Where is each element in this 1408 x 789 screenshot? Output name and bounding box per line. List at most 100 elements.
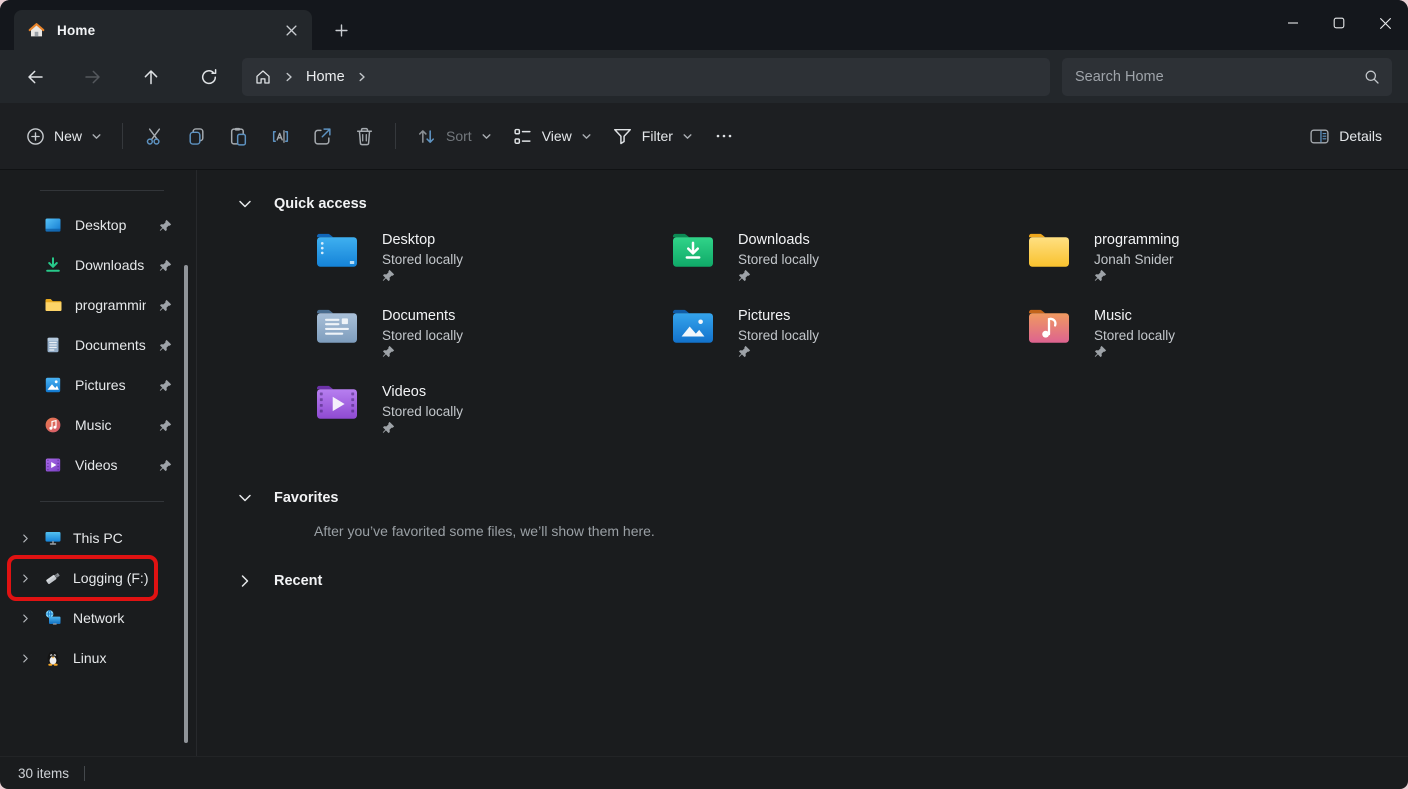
folder-videos-icon	[314, 383, 360, 423]
pin-icon	[738, 345, 819, 358]
folder-downloads-icon	[670, 231, 716, 271]
pin-icon	[159, 259, 172, 272]
explorer-window: Home Home New	[0, 0, 1408, 789]
tile-subtitle: Stored locally	[382, 402, 463, 421]
home-icon[interactable]	[254, 68, 272, 86]
chevron-right-icon[interactable]	[12, 613, 38, 624]
favorites-empty-message: After you’ve favorited some files, we’ll…	[314, 523, 1408, 539]
folder-documents-icon	[314, 307, 360, 347]
section-favorites[interactable]: Favorites	[237, 486, 1408, 510]
breadcrumb[interactable]: Home	[242, 58, 1050, 96]
rename-button[interactable]	[259, 117, 301, 155]
tile-title: Desktop	[382, 230, 463, 250]
back-button[interactable]	[14, 59, 56, 95]
command-toolbar: New Sort View Filter Details	[0, 103, 1408, 170]
filter-button[interactable]: Filter	[602, 117, 703, 155]
tile-subtitle: Jonah Snider	[1094, 250, 1179, 269]
sidebar-item-music[interactable]: Music	[0, 405, 196, 445]
up-button[interactable]	[130, 59, 172, 95]
copy-button[interactable]	[175, 117, 217, 155]
sidebar-item-pictures[interactable]: Pictures	[0, 365, 196, 405]
chevron-down-icon	[581, 131, 592, 142]
delete-button[interactable]	[343, 117, 385, 155]
paste-button[interactable]	[217, 117, 259, 155]
folder-icon	[44, 296, 62, 314]
view-label: View	[542, 128, 572, 144]
sort-icon	[416, 126, 437, 147]
search-input[interactable]	[1062, 58, 1392, 96]
tile-desktop[interactable]: Desktop Stored locally	[314, 230, 670, 306]
breadcrumb-item-home[interactable]: Home	[306, 69, 345, 85]
sidebar-item-label: Network	[73, 610, 124, 626]
tile-programming[interactable]: programming Jonah Snider	[1026, 230, 1382, 306]
new-tab-button[interactable]	[328, 17, 354, 43]
pin-icon	[382, 421, 463, 434]
pin-icon	[159, 459, 172, 472]
tile-title: Documents	[382, 306, 463, 326]
sidebar-item-videos[interactable]: Videos	[0, 445, 196, 485]
section-quick-access[interactable]: Quick access	[237, 192, 1408, 216]
sidebar-item-label: programming	[75, 297, 146, 313]
chevron-right-icon[interactable]	[12, 573, 38, 584]
pin-icon	[1094, 345, 1175, 358]
chevron-down-icon	[682, 131, 693, 142]
navigation-bar: Home	[0, 50, 1408, 103]
pin-icon	[1094, 269, 1179, 282]
tile-title: programming	[1094, 230, 1179, 250]
forward-button[interactable]	[72, 59, 114, 95]
chevron-right-icon[interactable]	[12, 533, 38, 544]
sidebar-item-label: Downloads	[75, 257, 146, 273]
chevron-down-icon	[237, 490, 253, 506]
tile-pictures[interactable]: Pictures Stored locally	[670, 306, 1026, 382]
sidebar-scrollbar[interactable]	[184, 265, 188, 743]
pin-icon	[159, 339, 172, 352]
tab-close-icon[interactable]	[278, 17, 304, 43]
tile-title: Downloads	[738, 230, 819, 250]
view-icon	[512, 126, 533, 147]
sidebar-item-desktop[interactable]: Desktop	[0, 205, 196, 245]
details-button[interactable]: Details	[1299, 117, 1392, 155]
details-label: Details	[1339, 128, 1382, 144]
videos-icon	[44, 456, 62, 474]
sidebar-item-network[interactable]: Network	[0, 598, 196, 638]
pin-icon	[159, 419, 172, 432]
chevron-right-icon[interactable]	[283, 71, 295, 83]
view-button[interactable]: View	[502, 117, 602, 155]
close-button[interactable]	[1362, 0, 1408, 46]
sidebar-item-label: Documents	[75, 337, 146, 353]
cut-button[interactable]	[133, 117, 175, 155]
refresh-button[interactable]	[188, 59, 230, 95]
section-recent[interactable]: Recent	[237, 569, 1408, 593]
sidebar-item-this-pc[interactable]: This PC	[0, 518, 196, 558]
sidebar-divider	[40, 501, 164, 502]
sidebar-item-linux[interactable]: Linux	[0, 638, 196, 678]
more-options-button[interactable]	[703, 117, 745, 155]
sidebar-item-logging-f[interactable]: Logging (F:)	[0, 558, 196, 598]
main-content: Quick access Desktop Stored locally Down…	[197, 170, 1408, 756]
sidebar-item-programming[interactable]: programming	[0, 285, 196, 325]
tile-music[interactable]: Music Stored locally	[1026, 306, 1382, 382]
sidebar-item-label: This PC	[73, 530, 123, 546]
tile-documents[interactable]: Documents Stored locally	[314, 306, 670, 382]
tile-subtitle: Stored locally	[738, 326, 819, 345]
tab-home[interactable]: Home	[14, 10, 312, 50]
tile-videos[interactable]: Videos Stored locally	[314, 382, 670, 458]
usb-icon	[44, 569, 62, 587]
chevron-down-icon	[481, 131, 492, 142]
tile-title: Videos	[382, 382, 463, 402]
sort-button[interactable]: Sort	[406, 117, 502, 155]
share-button[interactable]	[301, 117, 343, 155]
sidebar-item-label: Videos	[75, 457, 146, 473]
chevron-right-icon[interactable]	[12, 653, 38, 664]
maximize-button[interactable]	[1316, 0, 1362, 46]
sidebar-item-downloads[interactable]: Downloads	[0, 245, 196, 285]
favorites-title: Favorites	[274, 490, 338, 506]
new-button[interactable]: New	[16, 117, 112, 155]
tile-downloads[interactable]: Downloads Stored locally	[670, 230, 1026, 306]
minimize-button[interactable]	[1270, 0, 1316, 46]
tile-subtitle: Stored locally	[738, 250, 819, 269]
sidebar-item-documents[interactable]: Documents	[0, 325, 196, 365]
items-count: 30 items	[18, 766, 69, 781]
sidebar-divider	[40, 190, 164, 191]
chevron-right-icon[interactable]	[356, 71, 368, 83]
